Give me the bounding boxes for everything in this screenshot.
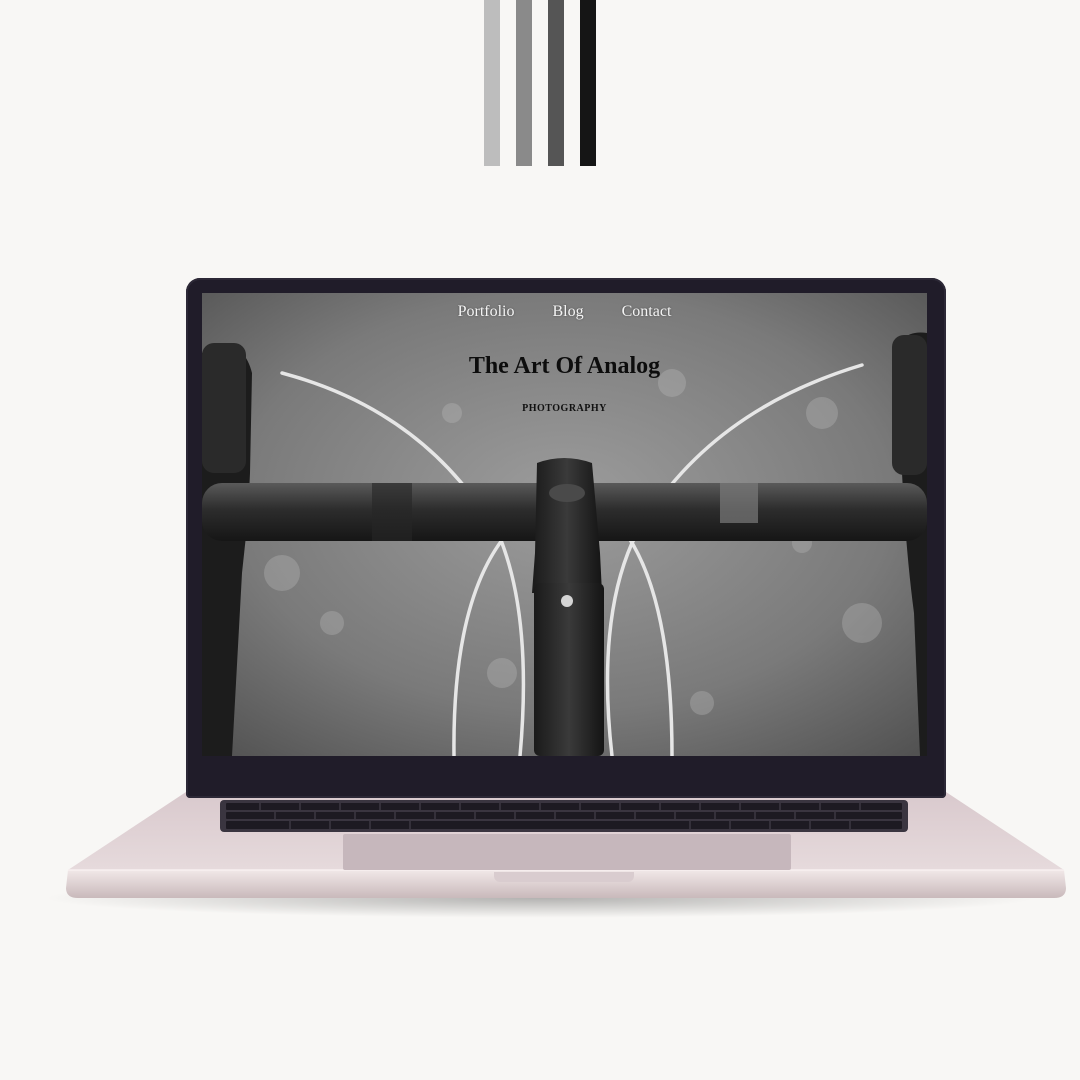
keyboard [220,800,908,832]
trackpad [343,834,791,870]
site-subtitle: PHOTOGRAPHY [522,403,607,414]
decorative-stripe [516,0,532,166]
main-nav: Portfolio Blog Contact [202,303,927,321]
site-title: The Art Of Analog [468,353,661,379]
laptop-screen: Portfolio Blog Contact The Art Of Analog… [202,293,927,756]
lid-notch [494,872,634,882]
nav-portfolio-link[interactable]: Portfolio [458,303,515,321]
nav-blog-link[interactable]: Blog [553,303,584,321]
nav-contact-link[interactable]: Contact [622,303,672,321]
decorative-stripe [580,0,596,166]
mockup-stage: Portfolio Blog Contact The Art Of Analog… [0,0,1080,1080]
decorative-stripe [484,0,500,166]
decorative-stripe [548,0,564,166]
